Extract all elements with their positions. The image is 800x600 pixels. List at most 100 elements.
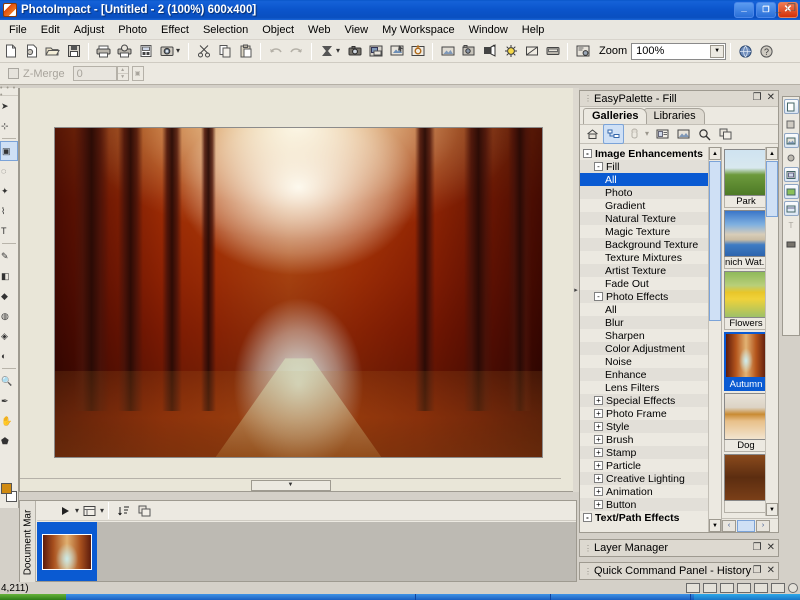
screen-capture-icon[interactable] xyxy=(386,41,407,61)
tree-scroll-up-button[interactable]: ▲ xyxy=(709,147,721,160)
sort-icon[interactable] xyxy=(113,501,134,521)
gallery-scroll-down-button[interactable]: ▼ xyxy=(766,503,778,516)
gallery-scroll-prev-button[interactable]: ‹ xyxy=(722,520,736,532)
tree-node[interactable]: +Creative Lighting xyxy=(580,472,721,485)
tree-node[interactable]: Natural Texture xyxy=(580,212,721,225)
new-document-icon[interactable] xyxy=(784,99,799,114)
path-tool[interactable]: ⌇ xyxy=(0,201,18,221)
properties-icon[interactable] xyxy=(652,124,673,144)
gallery-vertical-scrollbar[interactable]: ▲ ▼ xyxy=(765,147,778,516)
text-tool[interactable]: T xyxy=(0,221,18,241)
thumbnail-icon[interactable] xyxy=(673,124,694,144)
touch-up-icon[interactable] xyxy=(458,41,479,61)
tree-node[interactable]: Color Adjustment xyxy=(580,342,721,355)
tab-galleries[interactable]: Galleries xyxy=(583,108,647,124)
contrast-icon[interactable] xyxy=(500,41,521,61)
tree-vertical-scrollbar[interactable]: ▲ ▼ xyxy=(708,147,721,532)
tree-node[interactable]: Lens Filters xyxy=(580,381,721,394)
album-icon[interactable] xyxy=(365,41,386,61)
pan-tool[interactable]: ✋ xyxy=(0,411,18,431)
tree-scroll-down-button[interactable]: ▼ xyxy=(709,519,721,532)
tree-node[interactable]: +Special Effects xyxy=(580,394,721,407)
taskbar-item[interactable] xyxy=(416,594,551,600)
expand-icon[interactable]: + xyxy=(594,409,603,418)
gradient-tool[interactable]: ◐ xyxy=(0,346,18,366)
menu-item-view[interactable]: View xyxy=(337,22,375,38)
lasso-selection-tool[interactable]: ◌ xyxy=(0,161,18,181)
menu-item-help[interactable]: Help xyxy=(515,22,552,38)
tree-node[interactable]: -Fill xyxy=(580,160,721,173)
color-swatches[interactable] xyxy=(1,483,18,505)
stamp-icon[interactable] xyxy=(784,150,799,165)
tool-palette-grip[interactable]: • • • • xyxy=(0,88,18,96)
system-tray[interactable] xyxy=(694,594,800,600)
tree-node[interactable]: Texture Mixtures xyxy=(580,251,721,264)
brightness-icon[interactable] xyxy=(479,41,500,61)
merge-icon[interactable]: ▾ xyxy=(316,41,344,61)
layer-manager-panel[interactable]: ⋮ Layer Manager ❐ ✕ xyxy=(579,539,779,557)
collapse-icon[interactable]: - xyxy=(583,513,592,522)
collapse-icon[interactable]: - xyxy=(594,292,603,301)
help-icon[interactable]: ? xyxy=(756,41,777,61)
layer-manager-restore-button[interactable]: ❐ xyxy=(753,542,762,553)
document-image[interactable] xyxy=(54,127,543,458)
gallery-scroll-up-button[interactable]: ▲ xyxy=(766,147,778,160)
collapse-icon[interactable]: - xyxy=(583,149,592,158)
shape-tool[interactable]: ⬟ xyxy=(0,431,18,451)
zoom-dropdown-icon[interactable]: ▼ xyxy=(710,45,724,58)
gallery-scroll-thumb[interactable] xyxy=(766,161,778,217)
gallery-hscroll-thumb[interactable] xyxy=(737,520,755,532)
menu-item-adjust[interactable]: Adjust xyxy=(67,22,112,38)
zmerge-spinner[interactable]: ▲ ▼ xyxy=(117,66,129,81)
tree-node[interactable]: +Animation xyxy=(580,485,721,498)
sort-icon[interactable] xyxy=(624,124,645,144)
tree-node[interactable]: Background Texture xyxy=(580,238,721,251)
tree-view-icon[interactable] xyxy=(603,124,624,144)
redo-icon[interactable] xyxy=(286,41,307,61)
photo-icon[interactable] xyxy=(784,184,799,199)
eraser-tool[interactable]: ◧ xyxy=(0,266,18,286)
globe-icon[interactable] xyxy=(735,41,756,61)
panel-icon[interactable] xyxy=(784,201,799,216)
restore-button[interactable]: ❐ xyxy=(756,2,776,18)
copy-gallery-icon[interactable] xyxy=(715,124,736,144)
sort-dropdown-icon[interactable]: ▾ xyxy=(645,130,649,138)
menu-item-file[interactable]: File xyxy=(2,22,34,38)
frame-icon[interactable] xyxy=(784,167,799,182)
duplicate-icon[interactable] xyxy=(134,501,155,521)
paste-as-object-icon[interactable] xyxy=(784,116,799,131)
expand-icon[interactable]: + xyxy=(594,487,603,496)
tree-node[interactable]: +Style xyxy=(580,420,721,433)
grid-icon[interactable] xyxy=(703,583,717,593)
gallery-item[interactable]: Autumn xyxy=(724,332,768,391)
undo-icon[interactable] xyxy=(265,41,286,61)
copy-icon[interactable] xyxy=(214,41,235,61)
tree-node[interactable]: Sharpen xyxy=(580,329,721,342)
menu-item-edit[interactable]: Edit xyxy=(34,22,67,38)
save-icon[interactable] xyxy=(784,235,799,250)
zoom-combobox[interactable]: 100% ▼ xyxy=(631,43,726,60)
export-icon[interactable] xyxy=(407,41,428,61)
pick-tool[interactable]: ➤ xyxy=(0,96,18,116)
film-icon[interactable] xyxy=(686,583,700,593)
capture-icon[interactable]: ▾ xyxy=(156,41,184,61)
print-preview-icon[interactable] xyxy=(114,41,135,61)
tab-libraries[interactable]: Libraries xyxy=(644,108,704,124)
search-icon[interactable] xyxy=(694,124,715,144)
menu-item-effect[interactable]: Effect xyxy=(154,22,196,38)
tree-node[interactable]: Artist Texture xyxy=(580,264,721,277)
ruler-icon[interactable] xyxy=(737,583,751,593)
gallery-tree[interactable]: -Image Enhancements-FillAllPhotoGradient… xyxy=(580,147,722,532)
tree-node[interactable]: Photo xyxy=(580,186,721,199)
gallery-item[interactable]: Dog xyxy=(724,393,768,452)
canvas-horizontal-scrollbar[interactable]: ▼ xyxy=(20,478,561,491)
photo-import-icon[interactable] xyxy=(437,41,458,61)
magic-wand-tool[interactable]: ✦ xyxy=(0,181,18,201)
canvas-area[interactable]: ▼ xyxy=(19,88,577,492)
list-view-dropdown-icon[interactable]: ▾ xyxy=(100,507,104,515)
histogram-icon[interactable] xyxy=(754,583,768,593)
minimize-button[interactable]: _ xyxy=(734,2,754,18)
expand-icon[interactable]: + xyxy=(594,396,603,405)
menu-item-photo[interactable]: Photo xyxy=(111,22,154,38)
print-icon[interactable] xyxy=(93,41,114,61)
